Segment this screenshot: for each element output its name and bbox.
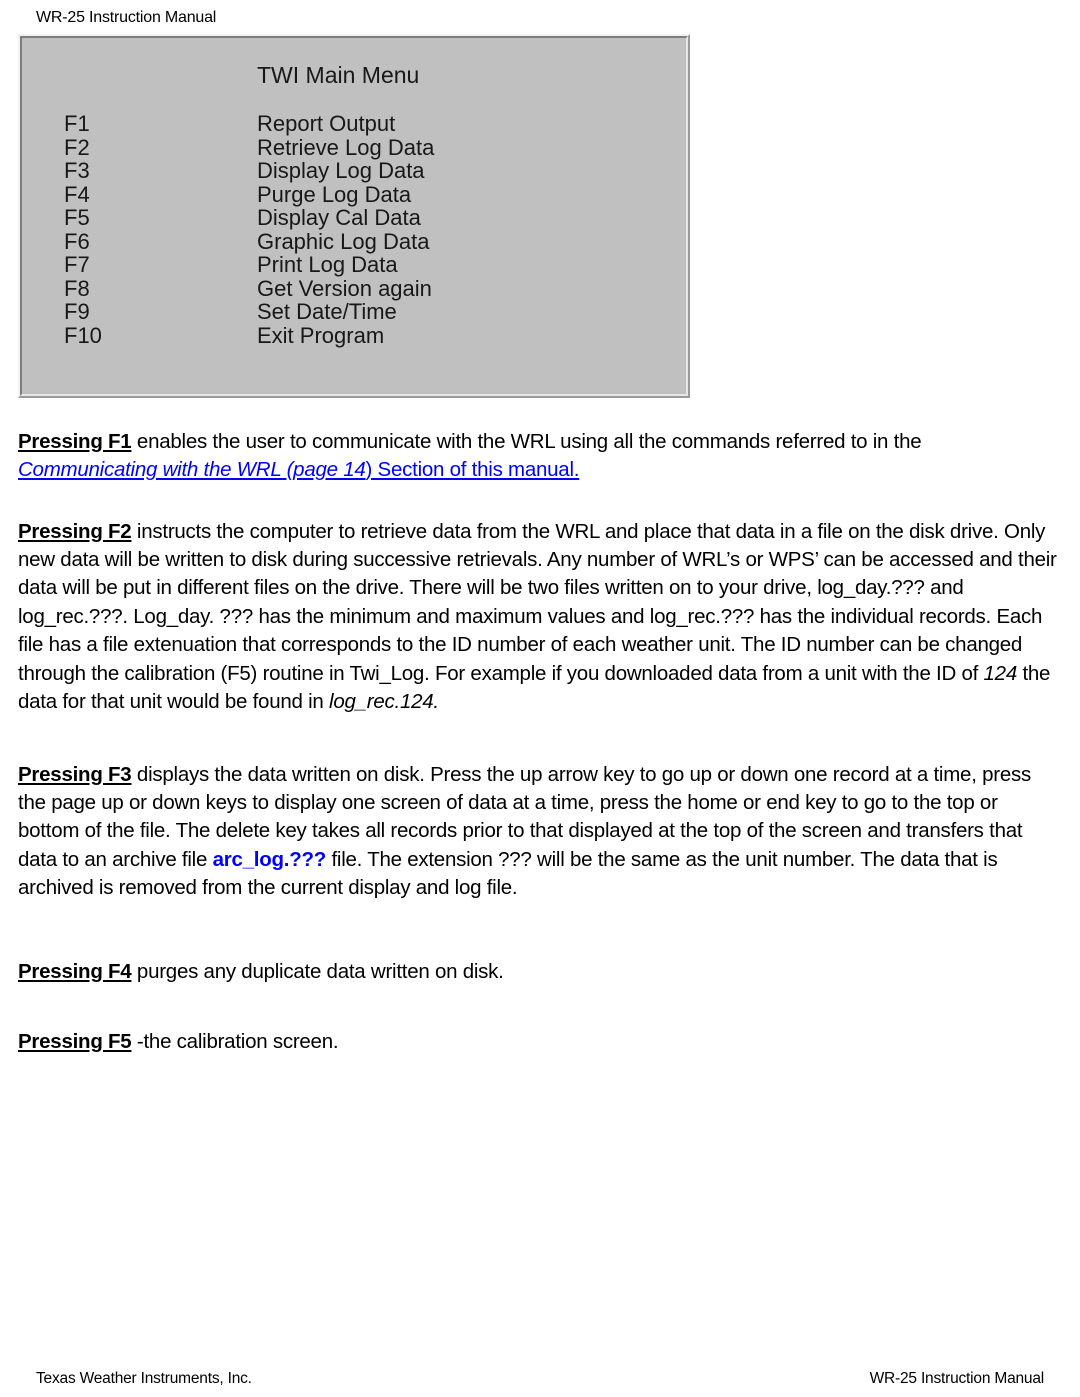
- menu-item-key: F5: [64, 205, 90, 230]
- menu-item-f9[interactable]: F9 Set Date/Time: [22, 300, 686, 324]
- menu-item-key: F9: [64, 299, 90, 324]
- menu-item-f4[interactable]: F4 Purge Log Data: [22, 181, 686, 207]
- paragraph-f5-lead: Pressing F5: [18, 1029, 132, 1053]
- paragraph-f4-text-a: purges any duplicate data written on dis…: [131, 959, 504, 983]
- menu-item-f1[interactable]: F1 Report Output: [22, 112, 686, 136]
- menu-item-key: F1: [64, 111, 90, 136]
- paragraph-f1: Pressing F1 enables the user to communic…: [18, 428, 1062, 485]
- paragraph-f5: Pressing F5 -the calibration screen.: [18, 1028, 1062, 1056]
- menu-item-label: Purge Log Data: [257, 181, 412, 207]
- menu-item-label: Exit Program: [257, 322, 385, 348]
- menu-item-f2[interactable]: F2 Retrieve Log Data: [22, 134, 686, 160]
- menu-item-label: Retrieve Log Data: [257, 134, 435, 160]
- paragraph-f4-lead: Pressing F4: [18, 959, 132, 983]
- menu-item-f5[interactable]: F5 Display Cal Data: [22, 206, 686, 230]
- menu-item-label: Display Log Data: [257, 158, 425, 183]
- menu-item-f6[interactable]: F6 Graphic Log Data: [22, 228, 686, 254]
- menu-item-label: Set Date/Time: [257, 299, 397, 324]
- menu-item-key: F4: [64, 181, 90, 207]
- paragraph-f2-italic-filename: log_rec.124.: [329, 689, 439, 713]
- page-footer: Texas Weather Instruments, Inc. WR-25 In…: [36, 1369, 1044, 1389]
- footer-company: Texas Weather Instruments, Inc.: [36, 1370, 252, 1387]
- menu-item-key: F3: [64, 158, 90, 183]
- menu-item-key: F10: [64, 322, 102, 348]
- menu-item-key: F8: [64, 275, 90, 301]
- link-italic-text: Communicating with the WRL (page 14: [18, 457, 366, 481]
- paragraph-f2: Pressing F2 instructs the computer to re…: [18, 518, 1062, 717]
- menu-item-f7[interactable]: F7 Print Log Data: [22, 253, 686, 277]
- menu-item-label: Print Log Data: [257, 252, 398, 277]
- paragraph-f3-lead: Pressing F3: [18, 762, 132, 786]
- menu-item-list: F1 Report Output F2 Retrieve Log Data F3…: [22, 112, 686, 347]
- menu-item-f8[interactable]: F8 Get Version again: [22, 275, 686, 301]
- paragraph-f2-lead: Pressing F2: [18, 519, 132, 543]
- menu-item-label: Report Output: [257, 111, 396, 136]
- menu-item-f3[interactable]: F3 Display Log Data: [22, 159, 686, 183]
- footer-manual-title: WR-25 Instruction Manual: [869, 1370, 1045, 1387]
- menu-item-key: F2: [64, 134, 90, 160]
- link-plain-text: ) Section of this manual.: [365, 457, 580, 481]
- menu-item-label: Display Cal Data: [257, 205, 421, 230]
- running-head: WR-25 Instruction Manual: [36, 9, 217, 26]
- paragraph-f1-lead: Pressing F1: [18, 429, 132, 453]
- paragraph-f2-text-a: instructs the computer to retrieve data …: [18, 519, 1057, 685]
- menu-item-label: Graphic Log Data: [257, 228, 430, 254]
- link-communicating-with-the-wrl[interactable]: Communicating with the WRL (page 14) Sec…: [18, 458, 579, 481]
- paragraph-f3: Pressing F3 displays the data written on…: [18, 761, 1062, 903]
- paragraph-f5-text-a: -the calibration screen.: [131, 1029, 339, 1053]
- paragraph-f2-italic-id: 124: [983, 661, 1018, 685]
- menu-item-key: F6: [64, 228, 90, 254]
- menu-item-label: Get Version again: [257, 275, 432, 301]
- paragraph-f1-text-a: enables the user to communicate with the…: [131, 429, 922, 453]
- menu-title: TWI Main Menu: [257, 62, 420, 88]
- twi-main-menu-screenshot: TWI Main Menu F1 Report Output F2 Retrie…: [18, 34, 690, 398]
- menu-screen-inner-bevel: TWI Main Menu F1 Report Output F2 Retrie…: [20, 36, 688, 396]
- menu-item-key: F7: [64, 252, 90, 277]
- paragraph-f4: Pressing F4 purges any duplicate data wr…: [18, 958, 1062, 986]
- paragraph-f3-archive-filename: arc_log.???: [212, 847, 327, 871]
- menu-item-f10[interactable]: F10 Exit Program: [22, 322, 686, 348]
